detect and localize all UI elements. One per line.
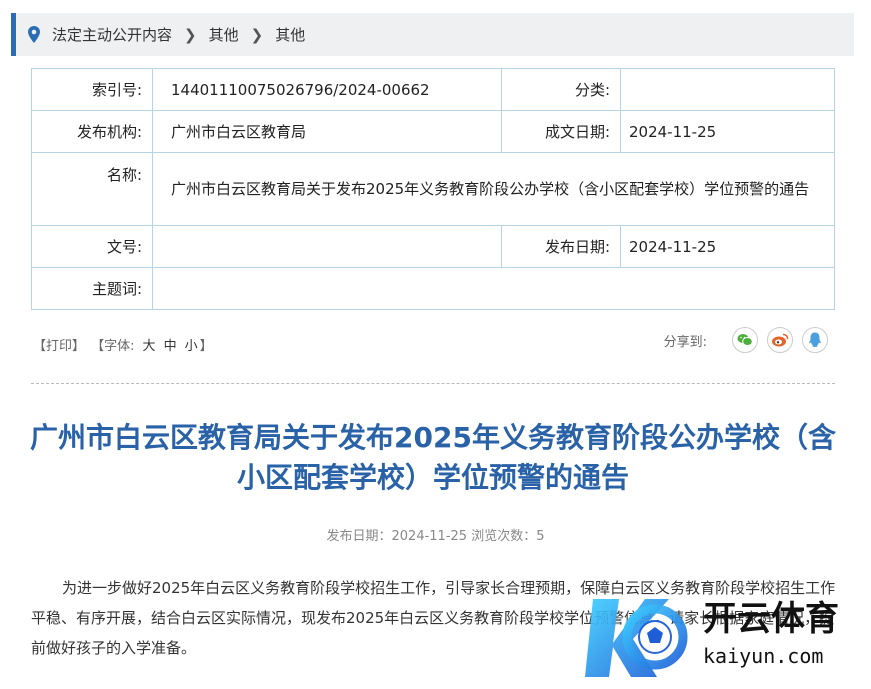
name-label: 名称:: [31, 152, 153, 226]
article-toolbar: 【打印】 【字体: 大中小】 分享到:: [33, 327, 828, 359]
article-publish-info: 发布日期：2024-11-25 浏览次数：5: [326, 529, 545, 544]
article-title: 广州市白云区教育局关于发布2025年义务教育阶段公办学校（含小区配套学校）学位预…: [30, 421, 836, 494]
index-value: 14401110075026796/2024-00662: [152, 68, 502, 111]
index-label: 索引号:: [31, 68, 153, 111]
publisher-value: 广州市白云区教育局: [152, 110, 502, 153]
name-value: 广州市白云区教育局关于发布2025年义务教育阶段公办学校（含小区配套学校）学位预…: [152, 152, 835, 226]
font-small-button[interactable]: 小: [185, 339, 198, 354]
breadcrumb-item-other[interactable]: 其他: [209, 24, 239, 45]
font-large-button[interactable]: 大: [143, 339, 156, 354]
font-size-close: 】: [199, 339, 213, 354]
qq-share-icon[interactable]: [802, 327, 828, 353]
wechat-share-icon[interactable]: [732, 327, 758, 353]
chevron-right-icon: ❯: [250, 25, 264, 44]
doc-number-label: 文号:: [31, 225, 153, 268]
document-info-table: 索引号: 14401110075026796/2024-00662 分类: 发布…: [31, 68, 835, 310]
written-date-value: 2024-11-25: [620, 110, 835, 153]
written-date-label: 成文日期:: [501, 110, 621, 153]
location-pin-icon: [24, 26, 44, 43]
print-button[interactable]: 【打印】: [33, 339, 85, 354]
font-size-label: 【字体:: [91, 339, 135, 354]
share-label: 分享到:: [663, 334, 707, 350]
breadcrumb-item-other-sub[interactable]: 其他: [275, 24, 305, 45]
category-label: 分类:: [501, 68, 621, 111]
publisher-label: 发布机构:: [31, 110, 153, 153]
divider: [31, 383, 835, 384]
subject-value: [152, 267, 835, 310]
publish-date-value: 2024-11-25: [620, 225, 835, 268]
watermark-logo: 开云体育 kaiyun.com: [585, 585, 871, 685]
doc-number-value: [152, 225, 502, 268]
breadcrumb: 法定主动公开内容 ❯ 其他 ❯ 其他: [11, 13, 854, 56]
watermark-domain: kaiyun.com: [703, 644, 823, 668]
share-bar: 分享到:: [664, 327, 828, 353]
breadcrumb-item-public-content[interactable]: 法定主动公开内容: [52, 24, 172, 45]
weibo-share-icon[interactable]: [767, 327, 793, 353]
category-value: [620, 68, 835, 111]
chevron-right-icon: ❯: [184, 25, 197, 44]
watermark-brand: 开云体育: [703, 599, 839, 639]
publish-date-label: 发布日期:: [501, 225, 621, 268]
subject-label: 主题词:: [31, 267, 153, 310]
font-medium-button[interactable]: 中: [164, 339, 177, 354]
